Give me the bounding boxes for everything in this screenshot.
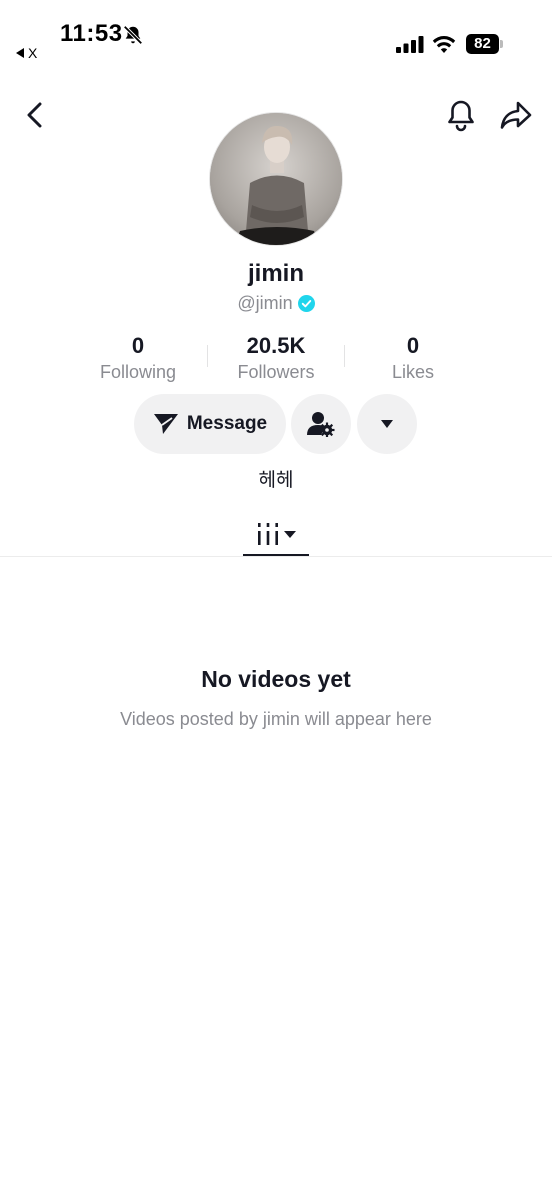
battery-level: 82: [466, 34, 499, 54]
stat-value: 0: [131, 333, 145, 358]
stat-label: Followers: [237, 362, 315, 382]
friend-settings-icon: [307, 412, 335, 437]
back-to-app-link[interactable]: X: [16, 45, 37, 61]
empty-state-subtitle: Videos posted by jimin will appear here: [120, 709, 432, 729]
stat-likes[interactable]: 0 Likes: [343, 333, 483, 383]
muted-bell-icon: [123, 25, 143, 45]
empty-state-title: No videos yet: [201, 666, 351, 692]
username-handle: @jimin: [237, 293, 293, 313]
display-name: jimin: [247, 260, 304, 287]
message-button[interactable]: Message: [134, 394, 286, 454]
battery-tip: [500, 40, 503, 48]
more-options-button[interactable]: [357, 394, 417, 454]
cellular-signal-icon: [396, 36, 424, 53]
stat-value: 20.5K: [246, 333, 306, 358]
bio: 헤헤: [258, 470, 294, 491]
back-triangle-icon: [16, 48, 24, 58]
wifi-icon: [432, 36, 456, 53]
grid-icon: [257, 523, 278, 545]
stat-label: Likes: [391, 362, 435, 382]
send-icon: [153, 414, 178, 434]
tab-caret-down-icon: [283, 530, 296, 538]
battery-indicator: 82: [466, 34, 504, 54]
profile-stats: 0 Following 20.5K Followers 0 Likes: [70, 333, 482, 383]
caret-down-icon: [381, 420, 393, 428]
share-icon[interactable]: [498, 98, 534, 132]
verified-badge-icon: [297, 295, 315, 312]
status-bar: 11:53 X 82: [0, 0, 552, 70]
stat-value: 0: [406, 333, 420, 358]
stat-following[interactable]: 0 Following: [68, 333, 208, 383]
tab-videos[interactable]: [243, 512, 309, 556]
avatar[interactable]: [209, 112, 343, 246]
status-time: 11:53: [60, 20, 123, 47]
back-app-label: X: [28, 45, 38, 61]
bell-icon[interactable]: [444, 98, 478, 132]
back-icon[interactable]: [22, 100, 50, 130]
friend-settings-button[interactable]: [291, 394, 351, 454]
tab-divider: [0, 556, 552, 557]
stat-followers[interactable]: 20.5K Followers: [206, 333, 346, 383]
avatar-photo: [210, 113, 342, 245]
stat-label: Following: [99, 362, 177, 382]
message-label: Message: [186, 413, 268, 434]
handle-row: @jimin: [0, 293, 552, 314]
